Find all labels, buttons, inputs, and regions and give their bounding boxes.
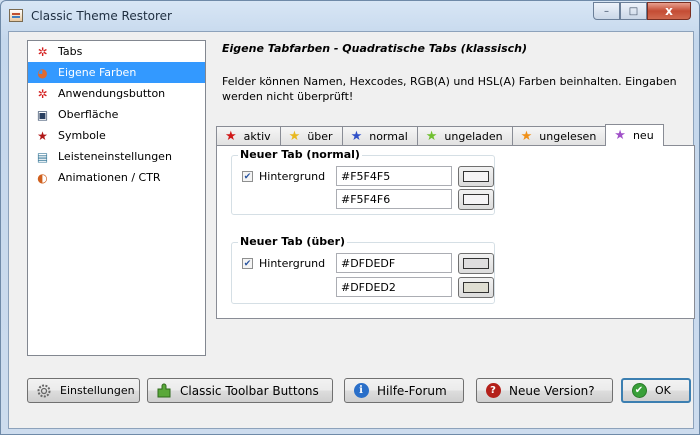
- checkmark-icon: ✔: [631, 383, 647, 399]
- caption-buttons: – □ x: [593, 2, 691, 20]
- nav-item-label: Leisteneinstellungen: [58, 150, 172, 163]
- group-title: Neuer Tab (normal): [238, 148, 362, 161]
- classic-toolbar-buttons-label: Classic Toolbar Buttons: [180, 383, 319, 398]
- new-version-label: Neue Version?: [509, 383, 595, 398]
- background-checkbox[interactable]: ✔: [242, 258, 253, 269]
- page-description: Felder können Namen, Hexcodes, RGB(A) un…: [222, 75, 677, 103]
- nav-item[interactable]: ◕ Eigene Farben: [28, 62, 205, 83]
- new-version-button[interactable]: ? Neue Version?: [476, 378, 613, 403]
- color-field-2[interactable]: [336, 277, 452, 297]
- settings-label: Einstellungen: [60, 384, 135, 397]
- color-swatch: [463, 258, 489, 269]
- dialog-client: ✲ Tabs ◕ Eigene Farben ✲ Anwendungsbutton ▣ Obe…: [8, 31, 695, 429]
- color-tabs: ★ aktiv ★ über ★ normal ★ ungeladen ★ ungelesen ★ n…: [216, 124, 664, 146]
- palette-icon: ◕: [37, 65, 48, 80]
- background-label: Hintergrund: [259, 170, 326, 183]
- ok-button[interactable]: ✔ OK: [621, 378, 691, 403]
- tab-aktiv[interactable]: ★ aktiv: [216, 126, 281, 146]
- close-button[interactable]: x: [647, 2, 691, 20]
- tab-label: normal: [369, 130, 408, 143]
- tab-label: ungeladen: [444, 130, 503, 143]
- color-field-1[interactable]: [336, 253, 452, 273]
- tab-neu[interactable]: ★ neu: [605, 124, 664, 146]
- star-icon: ★: [37, 128, 48, 143]
- color-field-1[interactable]: [336, 166, 452, 186]
- star-icon: ★: [614, 128, 626, 143]
- title-bar[interactable]: Classic Theme Restorer – □ x: [1, 1, 699, 31]
- color-picker-button[interactable]: [458, 189, 494, 210]
- tab-ungeladen[interactable]: ★ ungeladen: [416, 126, 513, 146]
- tab-label: neu: [632, 129, 654, 142]
- background-checkbox[interactable]: ✔: [242, 171, 253, 182]
- nav-item[interactable]: ◐ Animationen / CTR: [28, 167, 205, 188]
- color-swatch: [463, 194, 489, 205]
- tab-über[interactable]: ★ über: [279, 126, 343, 146]
- page-title: Eigene Tabfarben - Quadratische Tabs (kl…: [222, 42, 528, 55]
- background-option[interactable]: ✔ Hintergrund: [242, 257, 333, 270]
- nav-item-label: Anwendungsbutton: [58, 87, 166, 100]
- star-icon: ★: [425, 129, 438, 144]
- nav-item[interactable]: ✲ Tabs: [28, 41, 205, 62]
- group-new-tab-normal: Neuer Tab (normal) ✔ Hintergrund: [231, 148, 495, 215]
- color-swatch: [463, 171, 489, 182]
- nav-item[interactable]: ▣ Oberfläche: [28, 104, 205, 125]
- nav-item[interactable]: ▤ Leisteneinstellungen: [28, 146, 205, 167]
- maximize-button[interactable]: □: [620, 2, 647, 20]
- info-icon: i: [353, 383, 369, 399]
- nav-item-label: Tabs: [58, 45, 83, 58]
- tab-label: ungelesen: [539, 130, 597, 143]
- category-list: ✲ Tabs ◕ Eigene Farben ✲ Anwendungsbutton ▣ Obe…: [27, 40, 206, 356]
- color-picker-button[interactable]: [458, 277, 494, 298]
- star-icon: ★: [225, 129, 237, 144]
- gear-icon: ✲: [37, 44, 48, 59]
- background-label: Hintergrund: [259, 257, 326, 270]
- nav-item-label: Oberfläche: [58, 108, 119, 121]
- minimize-button[interactable]: –: [593, 2, 620, 20]
- star-icon: ★: [288, 129, 301, 144]
- tab-label: über: [307, 130, 333, 143]
- app-icon: [9, 9, 23, 22]
- toolbar-icon: ▤: [36, 149, 49, 164]
- nav-item-label: Symbole: [58, 129, 106, 142]
- nav-item-label: Animationen / CTR: [58, 171, 161, 184]
- tab-normal[interactable]: ★ normal: [341, 126, 418, 146]
- nav-item[interactable]: ✲ Anwendungsbutton: [28, 83, 205, 104]
- background-option[interactable]: ✔ Hintergrund: [242, 170, 333, 183]
- tab-ungelesen[interactable]: ★ ungelesen: [511, 126, 607, 146]
- star-icon: ★: [520, 129, 533, 144]
- gear-icon: ✲: [37, 86, 48, 101]
- ok-label: OK: [655, 384, 671, 397]
- firefox-icon: ◐: [37, 170, 48, 185]
- tab-label: aktiv: [243, 130, 271, 143]
- star-icon: ★: [350, 129, 363, 144]
- color-swatch: [463, 282, 489, 293]
- settings-button[interactable]: Einstellungen: [27, 378, 140, 403]
- nav-item[interactable]: ★ Symbole: [28, 125, 205, 146]
- help-forum-button[interactable]: i Hilfe-Forum: [344, 378, 464, 403]
- gear-icon: [36, 383, 52, 399]
- question-icon: ?: [485, 383, 501, 399]
- color-picker-button[interactable]: [458, 166, 494, 187]
- nav-item-label: Eigene Farben: [58, 66, 137, 79]
- group-title: Neuer Tab (über): [238, 235, 348, 248]
- window-icon: ▣: [36, 107, 49, 122]
- group-new-tab-hover: Neuer Tab (über) ✔ Hintergrund: [231, 235, 495, 304]
- color-picker-button[interactable]: [458, 253, 494, 274]
- puzzle-icon: [156, 383, 172, 399]
- app-window: Classic Theme Restorer – □ x ✲ Tabs ◕ Eigen…: [0, 0, 700, 435]
- tab-panel: Neuer Tab (normal) ✔ Hintergrund Neuer T…: [216, 145, 695, 319]
- window-title: Classic Theme Restorer: [31, 9, 172, 23]
- color-field-2[interactable]: [336, 189, 452, 209]
- classic-toolbar-buttons-button[interactable]: Classic Toolbar Buttons: [147, 378, 333, 403]
- help-forum-label: Hilfe-Forum: [377, 383, 447, 398]
